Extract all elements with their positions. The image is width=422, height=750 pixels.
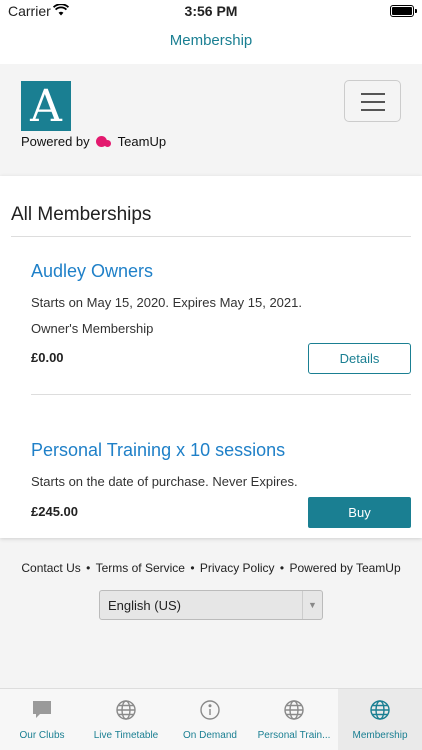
tab-our-clubs[interactable]: Our Clubs [0,689,84,750]
globe-icon [284,700,304,720]
details-button[interactable]: Details [308,343,411,374]
battery-icon [390,5,417,17]
club-logo[interactable]: A [21,81,71,132]
menu-button[interactable] [344,80,401,122]
membership-name-personal-training[interactable]: Personal Training x 10 sessions [31,440,285,461]
membership-dates: Starts on May 15, 2020. Expires May 15, … [31,295,302,310]
terms-of-service-link[interactable]: Terms of Service [96,561,185,575]
clock-time: 3:56 PM [184,3,238,19]
divider [11,236,411,237]
logo-letter: A [30,81,62,132]
tab-personal-training[interactable]: Personal Train... [252,689,336,750]
tab-live-timetable[interactable]: Live Timetable [84,689,168,750]
dropdown-arrow-icon: ▼ [302,591,322,619]
powered-by-label: Powered by [21,134,90,149]
status-bar: Carrier 3:56 PM [0,0,422,24]
nav-title: Membership [169,32,253,49]
membership-price: £0.00 [31,350,64,365]
tab-on-demand[interactable]: On Demand [168,689,252,750]
brand-header: A Powered by TeamUp [0,64,422,176]
buy-button[interactable]: Buy [308,497,411,528]
membership-description: Owner's Membership [31,321,154,336]
globe-icon [370,700,390,720]
chat-bubble-icon [33,701,51,718]
membership-price: £245.00 [31,504,78,519]
hamburger-icon [361,93,385,95]
language-value: English (US) [108,598,181,613]
footer-links: Contact Us • Terms of Service • Privacy … [0,561,422,575]
separator: • [279,561,285,575]
navigation-bar: Membership [0,24,422,64]
powered-by-teamup: Powered by TeamUp [21,134,166,149]
membership-dates: Starts on the date of purchase. Never Ex… [31,474,298,489]
teamup-label: TeamUp [117,134,167,149]
tab-membership[interactable]: Membership [338,689,422,750]
globe-icon [116,700,136,720]
contact-us-link[interactable]: Contact Us [21,561,80,575]
powered-by-teamup-link[interactable]: Powered by TeamUp [289,561,400,575]
section-title: All Memberships [11,204,152,225]
divider [31,394,411,395]
tab-bar: Our Clubs Live Timetable On Demand Perso… [0,688,422,750]
memberships-card: All Memberships Audley Owners Starts on … [0,176,422,538]
privacy-policy-link[interactable]: Privacy Policy [200,561,275,575]
separator: • [190,561,195,575]
separator: • [86,561,91,575]
membership-name-audley-owners[interactable]: Audley Owners [31,261,153,282]
language-select[interactable]: English (US) ▼ [99,590,323,620]
info-icon [200,700,220,720]
